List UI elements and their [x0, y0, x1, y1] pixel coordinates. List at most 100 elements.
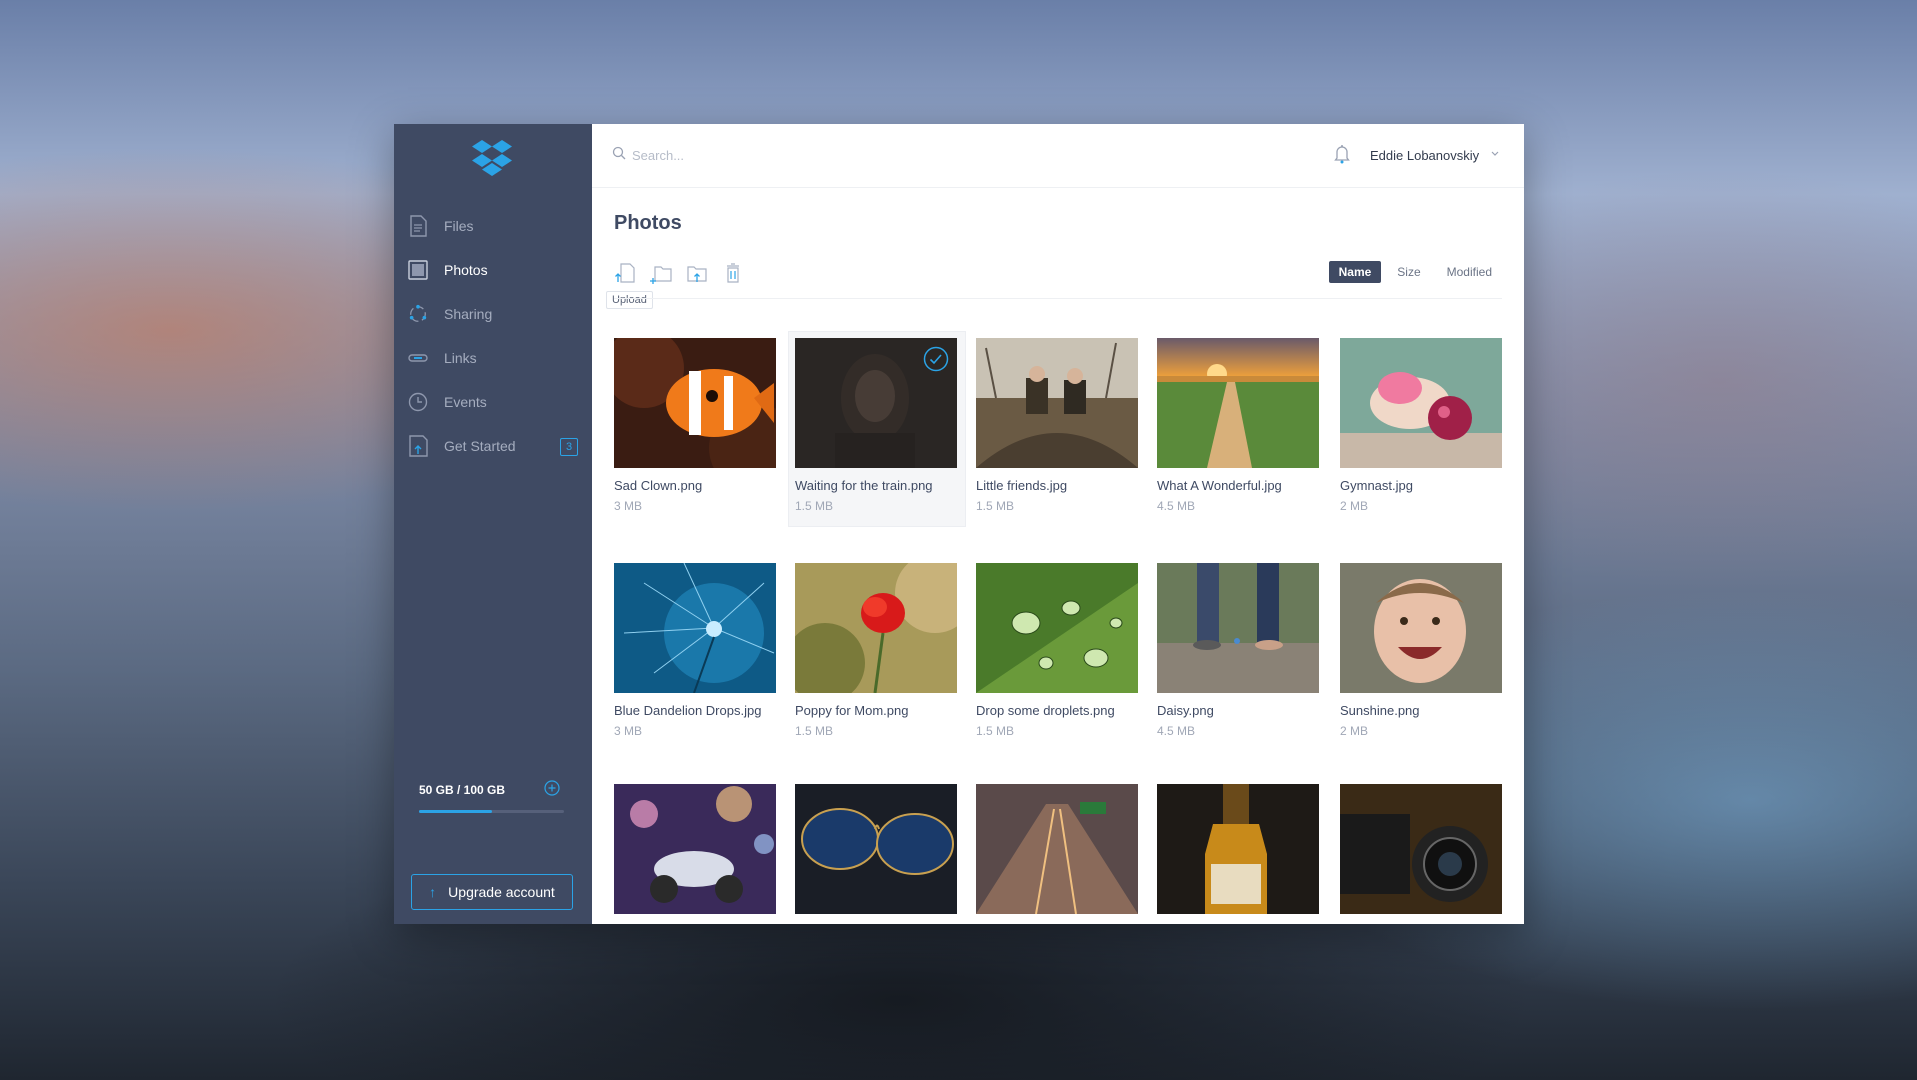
new-folder-icon[interactable] [650, 262, 672, 284]
photo-size: 1.5 MB [976, 724, 1015, 738]
photo-name: Sad Clown.png [614, 478, 703, 493]
sort-by-modified-button[interactable]: Modified [1437, 261, 1502, 283]
trash-icon[interactable] [722, 262, 744, 284]
photo-size: 1.5 MB [976, 499, 1015, 513]
whisky-bottle-image [1157, 784, 1319, 914]
share-folder-icon[interactable] [686, 262, 708, 284]
sidebar-item-label: Sharing [444, 306, 493, 322]
link-icon [408, 347, 428, 369]
photo-thumbnail [795, 338, 957, 468]
photo-name: Poppy for Mom.png [795, 703, 909, 718]
main-content: Eddie Lobanovskiy Photos Upload Name Siz… [592, 124, 1524, 924]
photo-name: What A Wonderful.jpg [1157, 478, 1282, 493]
search-icon [612, 146, 626, 160]
droplets-image [976, 563, 1138, 693]
photo-thumbnail [1340, 338, 1502, 468]
photo-thumbnail [614, 784, 776, 914]
sidebar-item-label: Links [444, 350, 477, 366]
photo-card[interactable]: Poppy for Mom.png 1.5 MB [795, 563, 957, 738]
photo-thumbnail [1340, 563, 1502, 693]
photo-name: Drop some droplets.png [976, 703, 1115, 718]
gymnast-image [1340, 338, 1502, 468]
photo-thumbnail [614, 563, 776, 693]
sidebar-nav: Files Photos Sharing Links Events Get St… [394, 204, 592, 468]
sidebar-item-label: Photos [444, 262, 488, 278]
photo-thumbnail [976, 784, 1138, 914]
photo-card[interactable]: Gymnast.jpg 2 MB [1340, 338, 1502, 513]
photo-card[interactable] [1340, 784, 1502, 914]
motorcycle-image [614, 784, 776, 914]
photo-card[interactable] [614, 784, 776, 914]
chevron-down-icon[interactable] [1490, 150, 1500, 158]
photo-thumbnail [1157, 563, 1319, 693]
photo-card[interactable] [976, 784, 1138, 914]
photo-card[interactable]: Drop some droplets.png 1.5 MB [976, 563, 1138, 738]
photo-size: 4.5 MB [1157, 499, 1196, 513]
photo-thumbnail [976, 338, 1138, 468]
dropbox-logo[interactable] [468, 136, 516, 184]
file-toolbar [614, 262, 744, 284]
photo-card-selected[interactable]: Waiting for the train.png 1.5 MB [788, 331, 966, 527]
storage-progress-fill [419, 810, 492, 813]
sidebar-item-label: Events [444, 394, 487, 410]
photo-card[interactable]: Sunshine.png 2 MB [1340, 563, 1502, 738]
photo-thumbnail [614, 338, 776, 468]
photo-thumbnail [1157, 338, 1319, 468]
sunglasses-image [795, 784, 957, 914]
sidebar-item-events[interactable]: Events [394, 380, 592, 424]
photo-size: 3 MB [614, 724, 643, 738]
photo-thumbnail [1340, 784, 1502, 914]
checkmark-icon[interactable] [923, 346, 949, 372]
camera-image [1340, 784, 1502, 914]
photo-name: Gymnast.jpg [1340, 478, 1413, 493]
photo-card[interactable]: Blue Dandelion Drops.jpg 3 MB [614, 563, 776, 738]
arrow-up-icon: ↑ [429, 884, 437, 900]
photo-name: Little friends.jpg [976, 478, 1068, 493]
photo-name: Daisy.png [1157, 703, 1214, 718]
page-title: Photos [614, 212, 682, 234]
photo-name: Sunshine.png [1340, 703, 1420, 718]
sidebar-item-files[interactable]: Files [394, 204, 592, 248]
dandelion-image [614, 563, 776, 693]
sort-by-size-button[interactable]: Size [1387, 261, 1430, 283]
upgrade-account-button[interactable]: ↑ Upgrade account [411, 874, 573, 910]
photo-size: 3 MB [614, 499, 643, 513]
sidebar-item-label: Files [444, 218, 474, 234]
photo-card[interactable]: Sad Clown.png 3 MB [614, 338, 776, 513]
child-image [1340, 563, 1502, 693]
photo-card[interactable]: What A Wonderful.jpg 4.5 MB [1157, 338, 1319, 513]
notification-badge: 3 [560, 438, 578, 456]
photo-icon [408, 259, 428, 281]
search-input[interactable] [632, 144, 1032, 166]
user-name[interactable]: Eddie Lobanovskiy [1370, 148, 1479, 163]
feet-image [1157, 563, 1319, 693]
photo-name: Waiting for the train.png [795, 478, 933, 493]
file-icon [408, 215, 428, 237]
sidebar-item-links[interactable]: Links [394, 336, 592, 380]
photo-name: Blue Dandelion Drops.jpg [614, 703, 762, 718]
sort-by-name-button[interactable]: Name [1328, 261, 1382, 283]
photo-thumbnail [795, 784, 957, 914]
photo-thumbnail [976, 563, 1138, 693]
photo-card[interactable] [1157, 784, 1319, 914]
friends-image [976, 338, 1138, 468]
upload-icon[interactable] [614, 262, 636, 284]
bell-icon[interactable] [1334, 144, 1350, 164]
sidebar-item-get-started[interactable]: Get Started 3 [394, 424, 592, 468]
clock-icon [408, 391, 428, 413]
upload-tooltip: Upload [606, 291, 653, 309]
sidebar: Files Photos Sharing Links Events Get St… [394, 124, 592, 924]
poppy-image [795, 563, 957, 693]
sidebar-item-photos[interactable]: Photos [394, 248, 592, 292]
sharing-icon [408, 303, 428, 325]
photo-card[interactable]: Little friends.jpg 1.5 MB [976, 338, 1138, 513]
photo-card[interactable]: Daisy.png 4.5 MB [1157, 563, 1319, 738]
photo-size: 2 MB [1340, 499, 1369, 513]
add-storage-icon[interactable] [544, 780, 560, 796]
photo-card[interactable] [795, 784, 957, 914]
get-started-icon [408, 435, 428, 457]
photo-size: 4.5 MB [1157, 724, 1196, 738]
photo-size: 2 MB [1340, 724, 1369, 738]
sidebar-item-sharing[interactable]: Sharing [394, 292, 592, 336]
storage-indicator: 50 GB / 100 GB [419, 780, 569, 813]
